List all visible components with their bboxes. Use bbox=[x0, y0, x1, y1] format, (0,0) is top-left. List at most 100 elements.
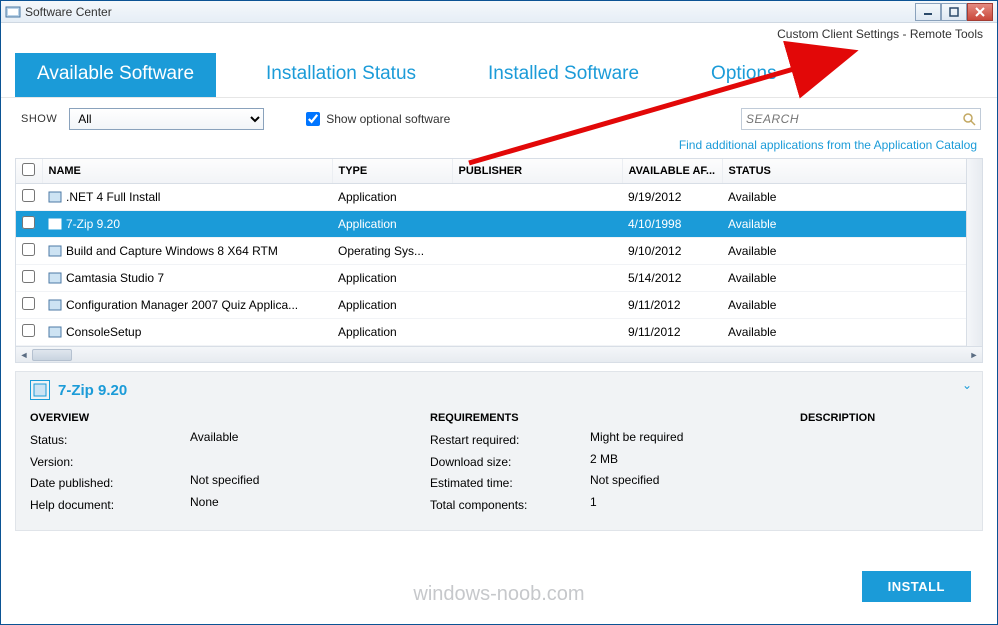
close-button[interactable] bbox=[967, 3, 993, 21]
row-status: Available bbox=[722, 184, 982, 211]
tab-bar: Available Software Installation Status I… bbox=[1, 49, 997, 97]
download-label: Download size: bbox=[430, 452, 590, 474]
row-status: Available bbox=[722, 211, 982, 238]
scroll-right-icon[interactable]: ► bbox=[966, 347, 982, 363]
scroll-left-icon[interactable]: ◄ bbox=[16, 347, 32, 363]
row-available: 9/11/2012 bbox=[622, 292, 722, 319]
table-row[interactable]: Camtasia Studio 7Application5/14/2012Ava… bbox=[16, 265, 982, 292]
filter-row: SHOW All Show optional software bbox=[1, 98, 997, 134]
catalog-link[interactable]: Find additional applications from the Ap… bbox=[1, 134, 997, 158]
row-type: Application bbox=[332, 319, 452, 346]
show-label: SHOW bbox=[21, 113, 57, 125]
row-available: 9/19/2012 bbox=[622, 184, 722, 211]
version-label: Version: bbox=[30, 452, 190, 474]
row-checkbox[interactable] bbox=[22, 243, 35, 256]
app-details-icon bbox=[30, 380, 50, 400]
row-name: ConsoleSetup bbox=[66, 325, 141, 339]
search-input[interactable] bbox=[746, 112, 962, 126]
search-box[interactable] bbox=[741, 108, 981, 130]
row-publisher bbox=[452, 211, 622, 238]
row-name: .NET 4 Full Install bbox=[66, 190, 160, 204]
description-heading: DESCRIPTION bbox=[800, 412, 968, 424]
app-row-icon bbox=[48, 190, 62, 204]
row-name: Build and Capture Windows 8 X64 RTM bbox=[66, 244, 278, 258]
time-label: Estimated time: bbox=[430, 473, 590, 495]
help-label: Help document: bbox=[30, 495, 190, 517]
maximize-button[interactable] bbox=[941, 3, 967, 21]
row-checkbox[interactable] bbox=[22, 189, 35, 202]
software-center-window: Software Center Custom Client Settings -… bbox=[0, 0, 998, 625]
restart-value: Might be required bbox=[590, 430, 683, 452]
row-name: 7-Zip 9.20 bbox=[66, 217, 120, 231]
tab-installation-status[interactable]: Installation Status bbox=[244, 53, 438, 97]
row-checkbox[interactable] bbox=[22, 216, 35, 229]
row-available: 9/10/2012 bbox=[622, 238, 722, 265]
app-row-icon bbox=[48, 244, 62, 258]
row-type: Application bbox=[332, 211, 452, 238]
col-type[interactable]: TYPE bbox=[332, 159, 452, 184]
horizontal-scrollbar[interactable]: ◄ ► bbox=[16, 346, 982, 362]
date-label: Date published: bbox=[30, 473, 190, 495]
scroll-thumb[interactable] bbox=[32, 349, 72, 361]
row-type: Application bbox=[332, 184, 452, 211]
table-row[interactable]: .NET 4 Full Install Application 9/19/2012A… bbox=[16, 184, 982, 211]
table-row[interactable]: Build and Capture Windows 8 X64 RTM Opera… bbox=[16, 238, 982, 265]
status-value: Available bbox=[190, 430, 238, 452]
details-panel: 7-Zip 9.20 ⌄ OVERVIEW Status:Available V… bbox=[15, 371, 983, 531]
app-row-icon bbox=[48, 298, 62, 312]
components-label: Total components: bbox=[430, 495, 590, 517]
tab-options[interactable]: Options bbox=[689, 53, 798, 97]
filter-select[interactable]: All bbox=[69, 108, 264, 130]
download-value: 2 MB bbox=[590, 452, 618, 474]
table-row[interactable]: Configuration Manager 2007 Quiz Applica.… bbox=[16, 292, 982, 319]
select-all-checkbox[interactable] bbox=[22, 163, 35, 176]
col-publisher[interactable]: PUBLISHER bbox=[452, 159, 622, 184]
show-optional-checkbox[interactable] bbox=[306, 112, 320, 126]
row-publisher bbox=[452, 265, 622, 292]
row-type: Application bbox=[332, 292, 452, 319]
overview-heading: OVERVIEW bbox=[30, 412, 410, 424]
software-table: NAME TYPE PUBLISHER AVAILABLE AF... STAT… bbox=[15, 158, 983, 363]
col-name[interactable]: NAME bbox=[42, 159, 332, 184]
search-icon[interactable] bbox=[962, 112, 976, 126]
row-checkbox[interactable] bbox=[22, 297, 35, 310]
org-subtitle: Custom Client Settings - Remote Tools bbox=[1, 23, 997, 43]
table-row[interactable]: ConsoleSetup Application 9/11/2012Availabl… bbox=[16, 319, 982, 346]
app-row-icon bbox=[48, 325, 62, 339]
row-type: Operating Sys... bbox=[332, 238, 452, 265]
tab-available-software[interactable]: Available Software bbox=[15, 53, 216, 97]
vertical-scrollbar[interactable] bbox=[966, 159, 982, 346]
install-button[interactable]: INSTALL bbox=[862, 571, 971, 602]
details-title: 7-Zip 9.20 bbox=[58, 382, 127, 399]
row-name: Configuration Manager 2007 Quiz Applica.… bbox=[66, 298, 298, 312]
row-status: Available bbox=[722, 238, 982, 265]
watermark: windows-noob.com bbox=[413, 583, 584, 606]
titlebar: Software Center bbox=[1, 1, 997, 23]
row-status: Available bbox=[722, 292, 982, 319]
row-checkbox[interactable] bbox=[22, 270, 35, 283]
col-status[interactable]: STATUS bbox=[722, 159, 982, 184]
row-available: 5/14/2012 bbox=[622, 265, 722, 292]
row-publisher bbox=[452, 184, 622, 211]
tab-installed-software[interactable]: Installed Software bbox=[466, 53, 661, 97]
row-available: 9/11/2012 bbox=[622, 319, 722, 346]
row-publisher bbox=[452, 238, 622, 265]
window-controls bbox=[915, 3, 993, 21]
row-status: Available bbox=[722, 319, 982, 346]
collapse-icon[interactable]: ⌄ bbox=[962, 378, 972, 392]
table-row[interactable]: 7-Zip 9.20 Application 4/10/1998Available bbox=[16, 211, 982, 238]
col-available[interactable]: AVAILABLE AF... bbox=[622, 159, 722, 184]
restart-label: Restart required: bbox=[430, 430, 590, 452]
status-label: Status: bbox=[30, 430, 190, 452]
app-row-icon bbox=[48, 217, 62, 231]
row-available: 4/10/1998 bbox=[622, 211, 722, 238]
row-name: Camtasia Studio 7 bbox=[66, 271, 164, 285]
minimize-button[interactable] bbox=[915, 3, 941, 21]
show-optional-label: Show optional software bbox=[326, 112, 450, 126]
row-publisher bbox=[452, 292, 622, 319]
requirements-heading: REQUIREMENTS bbox=[430, 412, 780, 424]
window-title: Software Center bbox=[25, 5, 915, 19]
row-checkbox[interactable] bbox=[22, 324, 35, 337]
row-type: Application bbox=[332, 265, 452, 292]
app-row-icon bbox=[48, 271, 62, 285]
